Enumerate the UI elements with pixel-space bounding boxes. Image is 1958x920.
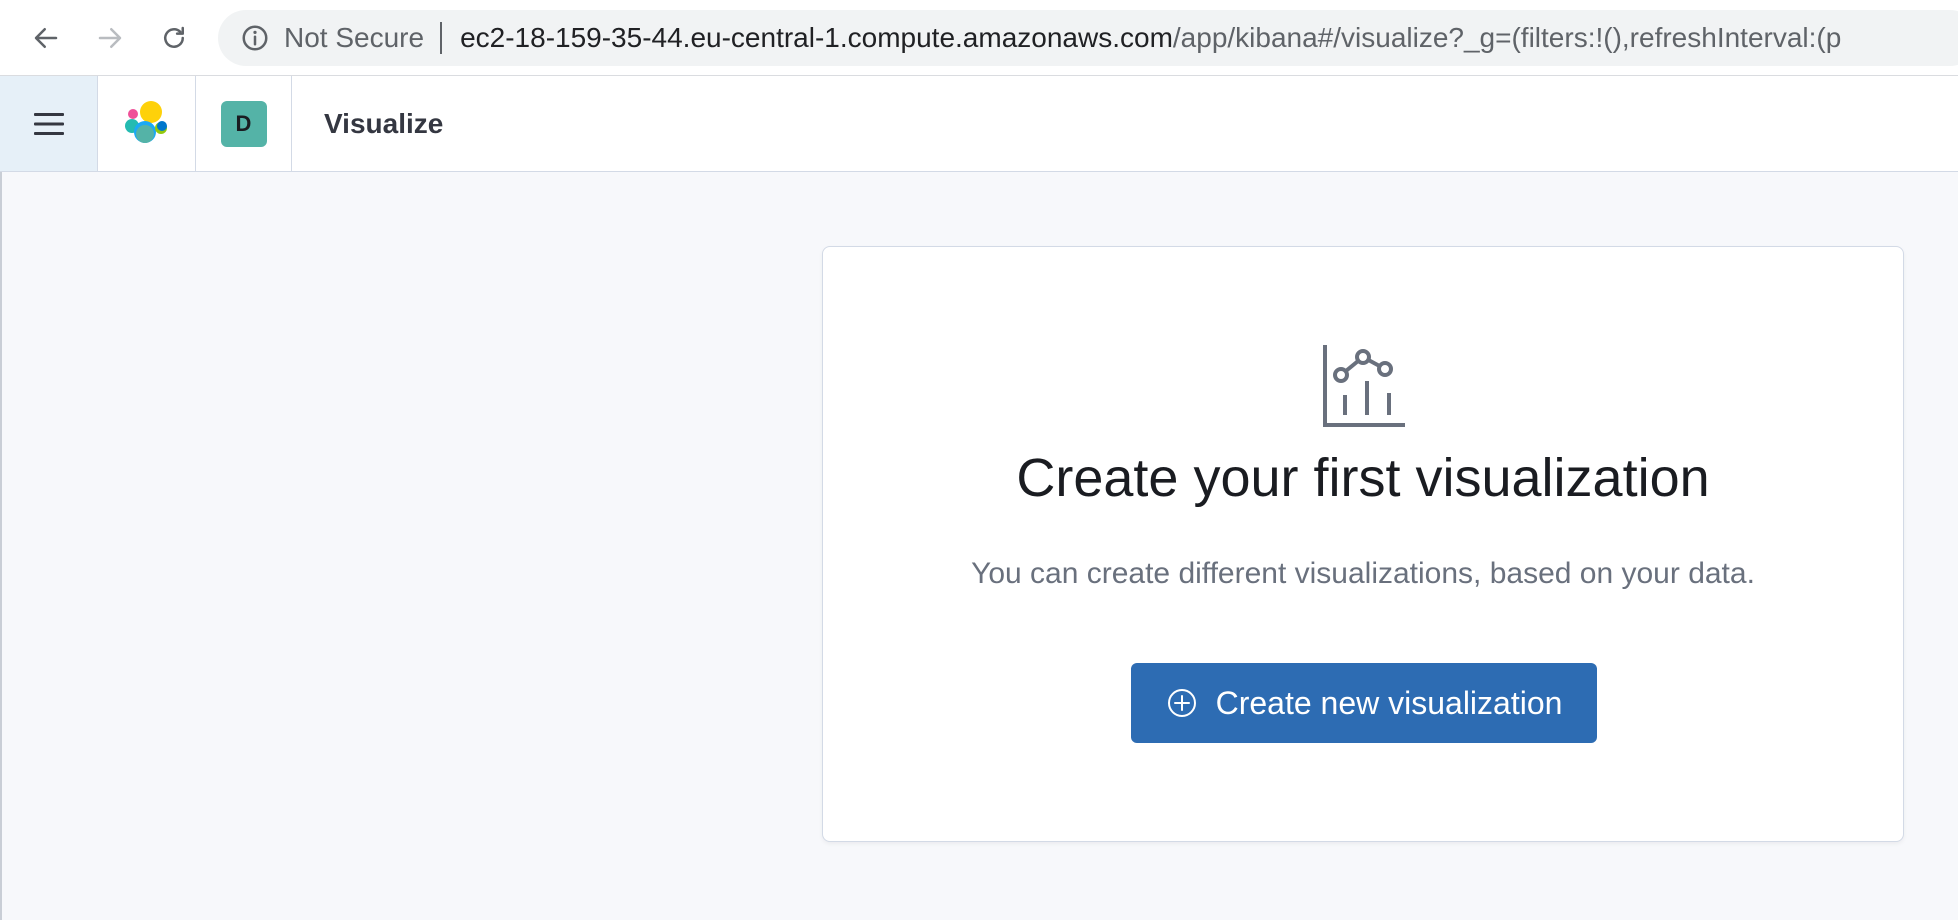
create-button-label: Create new visualization [1215, 684, 1563, 721]
breadcrumb: Visualize [324, 107, 444, 139]
plus-in-circle-icon [1167, 689, 1196, 717]
app-header: D Visualize [0, 76, 1958, 172]
forward-button[interactable] [86, 14, 134, 62]
empty-state-title: Create your first visualization [1016, 448, 1710, 508]
address-bar[interactable]: Not Secure ec2-18-159-35-44.eu-central-1… [218, 10, 1958, 66]
arrow-right-icon [98, 28, 122, 48]
security-status: Not Secure [284, 22, 425, 53]
create-new-visualization-button[interactable]: Create new visualization [1131, 663, 1597, 743]
browser-toolbar: Not Secure ec2-18-159-35-44.eu-central-1… [0, 0, 1958, 76]
empty-state-description: You can create different visualizations,… [971, 557, 1755, 590]
empty-state-panel: Create your first visualization You can … [822, 246, 1904, 842]
url-path: /app/kibana#/visualize?_g=(filters:!(),r… [1172, 22, 1842, 53]
reload-button[interactable] [150, 14, 198, 62]
arrow-left-icon [34, 28, 58, 48]
visualize-app-icon [1323, 345, 1405, 427]
home-logo-link[interactable] [98, 76, 196, 171]
nav-menu-toggle[interactable] [0, 76, 98, 171]
address-divider [440, 22, 443, 54]
back-button[interactable] [22, 14, 70, 62]
space-selector-cell: D [196, 76, 292, 171]
page-content: Create your first visualization You can … [0, 172, 1958, 920]
elastic-logo-icon [124, 100, 167, 143]
space-avatar[interactable]: D [220, 100, 267, 147]
reload-icon [164, 26, 184, 48]
info-icon[interactable] [240, 23, 270, 53]
hamburger-menu-icon [33, 112, 64, 135]
url-host: ec2-18-159-35-44.eu-central-1.compute.am… [460, 22, 1173, 53]
